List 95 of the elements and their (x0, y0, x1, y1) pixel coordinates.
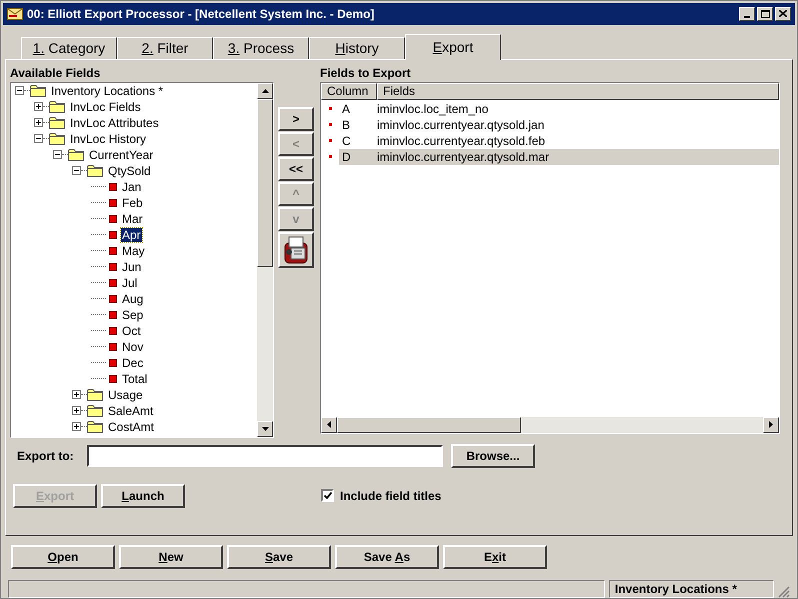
expander-icon[interactable] (72, 390, 81, 400)
list-row[interactable]: A iminvloc.loc_item_no (339, 100, 779, 117)
tree-item[interactable]: Nov (121, 340, 144, 354)
resize-grip-icon[interactable] (778, 586, 790, 598)
scroll-right-button[interactable] (763, 416, 779, 433)
tree-item[interactable]: CurrentYear (88, 148, 154, 162)
tree-item[interactable]: Mar (121, 212, 144, 226)
column-header[interactable]: Column (321, 82, 377, 100)
folder-icon (87, 404, 103, 418)
tree-item[interactable]: Jul (121, 276, 138, 290)
tree-item[interactable]: Usage (107, 388, 144, 402)
expander-icon[interactable] (72, 422, 81, 432)
folder-icon (30, 84, 46, 98)
folder-icon (68, 148, 84, 162)
checkbox[interactable] (321, 489, 334, 502)
tree-item[interactable]: Total (121, 372, 148, 386)
up-arrow-icon (262, 88, 268, 93)
field-icon (329, 123, 332, 126)
scroll-down-button[interactable] (257, 420, 273, 437)
command-button[interactable]: Exit (443, 544, 547, 569)
section-title: Fields to Export (320, 64, 412, 82)
tree-item[interactable]: SaleAmt (107, 404, 154, 418)
folder-icon (87, 388, 103, 402)
scroll-thumb[interactable] (257, 98, 273, 267)
machine-icon (282, 234, 310, 265)
tree-item[interactable]: Jan (121, 180, 142, 194)
action-button[interactable]: Launch (101, 484, 185, 508)
scroll-left-button[interactable] (321, 416, 337, 433)
expander-icon[interactable] (34, 102, 43, 112)
list-row[interactable]: C iminvloc.currentyear.qtysold.feb (339, 132, 779, 149)
scroll-thumb[interactable] (337, 416, 521, 433)
tree-item[interactable]: May (121, 244, 146, 258)
folder-icon (49, 100, 65, 114)
export-path-field[interactable] (87, 444, 443, 467)
tree-item[interactable]: Apr (121, 228, 142, 242)
export-button[interactable] (278, 232, 314, 268)
list-row[interactable]: D iminvloc.currentyear.qtysold.mar (339, 148, 779, 165)
minimize-icon (744, 16, 750, 18)
tab[interactable]: History (309, 36, 405, 59)
folder-icon (49, 116, 65, 130)
horizontal-scrollbar[interactable] (321, 416, 779, 433)
tree-item[interactable]: InvLoc History (69, 132, 148, 146)
tree-item[interactable]: Sep (121, 308, 144, 322)
tree-item[interactable]: Aug (121, 292, 144, 306)
tab[interactable]: 3. Process (213, 36, 309, 59)
check-icon (324, 492, 332, 500)
command-button[interactable]: Save As (335, 544, 439, 569)
maximize-icon (760, 10, 770, 18)
expander-icon[interactable] (72, 406, 81, 416)
tree-item[interactable]: Dec (121, 356, 144, 370)
list-row[interactable]: B iminvloc.currentyear.qtysold.jan (339, 116, 779, 133)
tree-item[interactable]: CostAmt (107, 420, 156, 434)
tab[interactable]: Export (405, 34, 501, 60)
move-button[interactable]: > (278, 106, 314, 131)
tree-item[interactable]: InvLoc Attributes (69, 116, 160, 130)
expander-icon[interactable] (34, 134, 43, 144)
left-arrow-icon (327, 421, 331, 428)
tree-item[interactable]: Oct (121, 324, 142, 338)
scroll-up-button[interactable] (257, 82, 273, 99)
folder-icon (87, 164, 103, 178)
field-icon (329, 107, 332, 110)
expander-icon[interactable] (53, 150, 62, 160)
field-icon (329, 139, 332, 142)
tree-item[interactable]: InvLoc Fields (69, 100, 142, 114)
tab[interactable]: 2. Filter (117, 36, 213, 59)
folder-icon (49, 132, 65, 146)
field-icon (329, 155, 332, 158)
tree-item[interactable]: QtySold (107, 164, 152, 178)
command-button[interactable]: Open (11, 544, 115, 569)
move-button[interactable]: << (278, 156, 314, 181)
browse-button[interactable]: Browse... (451, 444, 535, 468)
include-titles-checkbox[interactable]: Include field titles (321, 486, 442, 505)
expander-icon[interactable] (72, 166, 81, 176)
column-header[interactable]: Fields (377, 82, 779, 100)
envelope-icon (7, 8, 23, 20)
section-title: Available Fields (10, 64, 102, 82)
minimize-button[interactable] (739, 6, 755, 21)
folder-icon (87, 420, 103, 434)
close-button[interactable] (775, 6, 791, 21)
expander-icon[interactable] (15, 86, 24, 96)
expander-icon[interactable] (34, 118, 43, 128)
tree-item[interactable]: Jun (121, 260, 142, 274)
field-label: Export to: (17, 448, 75, 465)
vertical-scrollbar[interactable] (257, 82, 273, 437)
tree-item[interactable]: Inventory Locations * (50, 84, 164, 98)
maximize-button[interactable] (757, 6, 773, 21)
right-arrow-icon (769, 421, 773, 428)
close-icon (779, 10, 787, 18)
command-button[interactable]: New (119, 544, 223, 569)
down-arrow-icon (262, 426, 268, 431)
status-panel: Inventory Locations * (608, 580, 774, 598)
command-button[interactable]: Save (227, 544, 331, 569)
tree-item[interactable]: Feb (121, 196, 144, 210)
tab[interactable]: 1. Category (21, 36, 117, 59)
window-title: 00: Elliott Export Processor - [Netcellent System Inc. - Demo] (27, 6, 376, 23)
